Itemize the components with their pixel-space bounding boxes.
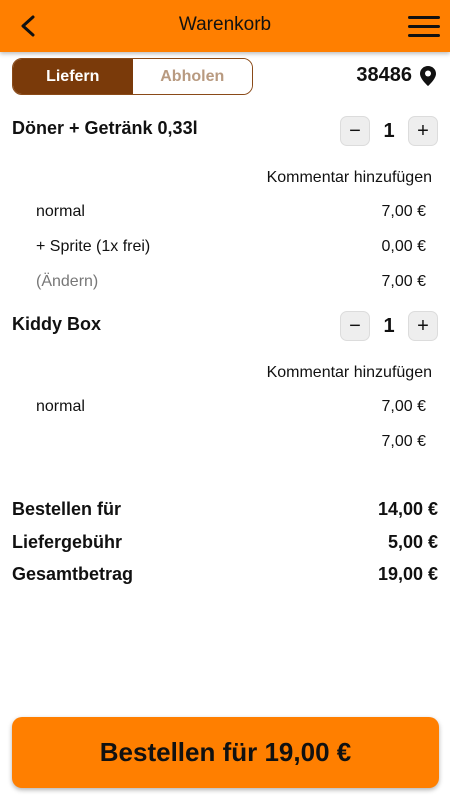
subtotal-label: Bestellen für — [12, 499, 122, 519]
total-label: Gesamtbetrag — [12, 564, 134, 584]
subtotal-value: 14,00 € — [377, 499, 438, 519]
increase-quantity-button[interactable]: + — [408, 311, 438, 341]
delivery-mode-toggle: Liefern Abholen — [12, 58, 253, 95]
app-bar: Warenkorb — [0, 0, 450, 52]
cart-item-name: Kiddy Box — [12, 314, 102, 334]
item-line-label: normal — [36, 398, 85, 415]
quantity-value: 1 — [383, 119, 395, 142]
total-value: 19,00 € — [377, 564, 438, 584]
hamburger-menu-icon — [408, 15, 440, 19]
decrease-quantity-button[interactable]: − — [340, 311, 370, 341]
item-line-price: 7,00 € — [381, 203, 426, 220]
increase-quantity-button[interactable]: + — [408, 116, 438, 146]
page-title: Warenkorb — [178, 14, 272, 35]
delivery-fee-label: Liefergebühr — [12, 532, 123, 552]
item-total-price: 7,00 € — [381, 433, 426, 450]
postal-code: 38486 — [356, 64, 412, 86]
menu-button[interactable] — [406, 10, 442, 42]
add-comment-link[interactable]: Kommentar hinzufügen — [267, 364, 432, 382]
quantity-stepper: − 1 + — [340, 311, 438, 341]
add-comment-link[interactable]: Kommentar hinzufügen — [267, 169, 432, 187]
change-item-link[interactable]: (Ändern) — [36, 273, 98, 291]
item-line-price: 0,00 € — [381, 238, 426, 255]
item-line-label: normal — [36, 203, 85, 220]
location-pin-icon — [420, 65, 436, 86]
item-total-price: 7,00 € — [381, 273, 426, 290]
quantity-value: 1 — [383, 314, 395, 337]
item-line-price: 7,00 € — [381, 398, 426, 415]
item-line-label: + Sprite (1x frei) — [36, 238, 151, 255]
cart-item-name: Döner + Getränk 0,33l — [12, 118, 198, 138]
pickup-option-button[interactable]: Abholen — [132, 59, 252, 94]
quantity-stepper: − 1 + — [340, 116, 438, 146]
delivery-fee-value: 5,00 € — [387, 532, 438, 552]
delivery-option-button[interactable]: Liefern — [13, 59, 133, 94]
location-selector[interactable]: 38486 — [356, 64, 436, 87]
place-order-button[interactable]: Bestellen für 19,00 € — [12, 717, 439, 788]
decrease-quantity-button[interactable]: − — [340, 116, 370, 146]
